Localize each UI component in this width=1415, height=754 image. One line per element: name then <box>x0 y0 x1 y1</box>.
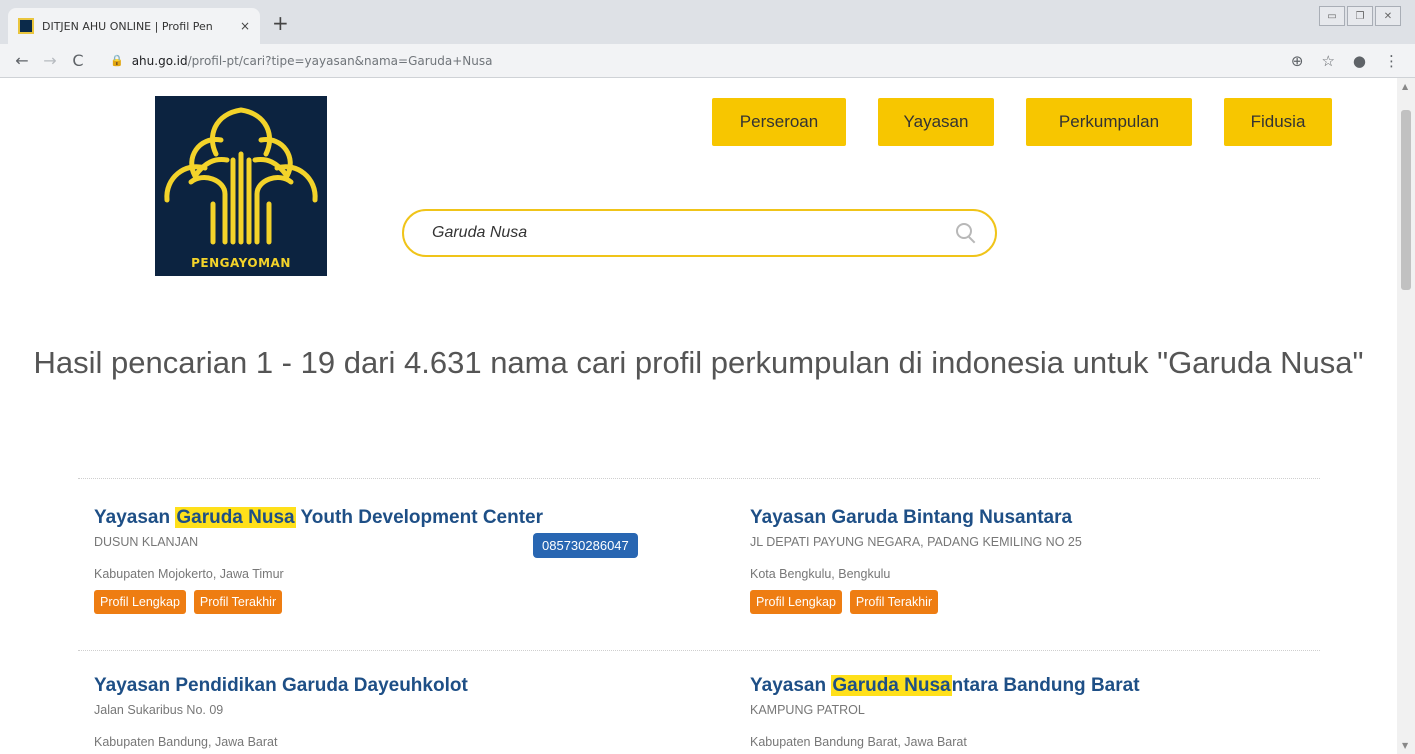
profil-terakhir-button[interactable]: Profil Terakhir <box>193 590 283 614</box>
address-bar[interactable]: 🔒 ahu.go.id/profil-pt/cari?tipe=yayasan&… <box>100 47 1291 75</box>
profil-lengkap-button[interactable]: Profil Lengkap <box>94 590 186 614</box>
result-title-link[interactable]: Yayasan Garuda Nusantara Bandung Barat <box>750 674 1310 698</box>
result-item: Yayasan Garuda Nusa Youth Development Ce… <box>94 506 654 614</box>
result-location: Kabupaten Bandung, Jawa Barat <box>94 735 278 749</box>
result-address: Jalan Sukaribus No. 09 <box>94 703 224 717</box>
window-controls: ▭ ❐ ✕ <box>1319 6 1401 26</box>
page-viewport: PENGAYOMAN Perseroan Yayasan Perkumpulan… <box>0 78 1397 754</box>
result-item: Yayasan Garuda Bintang Nusantara JL DEPA… <box>750 506 1310 614</box>
profil-lengkap-button[interactable]: Profil Lengkap <box>750 590 842 614</box>
nav-yayasan-button[interactable]: Yayasan <box>878 98 994 146</box>
result-title-link[interactable]: Yayasan Garuda Bintang Nusantara <box>750 506 1310 530</box>
toolbar-icons: ⊕ ☆ ● ⋮ <box>1291 52 1399 70</box>
close-window-button[interactable]: ✕ <box>1375 6 1401 26</box>
tab-title: DITJEN AHU ONLINE | Profil Pen <box>42 19 213 33</box>
nav-fidusia-button[interactable]: Fidusia <box>1224 98 1332 146</box>
browser-toolbar: ← → C 🔒 ahu.go.id/profil-pt/cari?tipe=ya… <box>0 44 1415 78</box>
phone-badge[interactable]: 085730286047 <box>533 533 638 558</box>
search-input[interactable] <box>432 224 955 242</box>
result-item: Yayasan Pendidikan Garuda Dayeuhkolot Ja… <box>94 674 654 750</box>
profile-icon[interactable]: ● <box>1353 52 1366 70</box>
pohon-beringin-icon <box>164 107 318 245</box>
result-location: Kabupaten Mojokerto, Jawa Timur <box>94 567 284 581</box>
result-title-link[interactable]: Yayasan Pendidikan Garuda Dayeuhkolot <box>94 674 654 698</box>
url-path: /profil-pt/cari?tipe=yayasan&nama=Garuda… <box>187 53 493 68</box>
result-address: JL DEPATI PAYUNG NEGARA, PADANG KEMILING… <box>750 535 1082 549</box>
browser-tab-bar: DITJEN AHU ONLINE | Profil Pen × + ▭ ❐ ✕ <box>0 0 1415 44</box>
nav-perkumpulan-button[interactable]: Perkumpulan <box>1026 98 1192 146</box>
pengayoman-logo[interactable]: PENGAYOMAN <box>155 96 327 276</box>
divider <box>78 650 1320 651</box>
new-tab-button[interactable]: + <box>272 13 289 33</box>
close-tab-icon[interactable]: × <box>240 19 250 33</box>
scroll-up-icon[interactable]: ▲ <box>1402 82 1408 91</box>
profil-terakhir-button[interactable]: Profil Terakhir <box>849 590 939 614</box>
maximize-button[interactable]: ❐ <box>1347 6 1373 26</box>
url-host: ahu.go.id <box>131 53 188 68</box>
lock-icon: 🔒 <box>110 54 124 67</box>
minimize-button[interactable]: ▭ <box>1319 6 1345 26</box>
logo-text: PENGAYOMAN <box>191 256 291 270</box>
site-favicon-icon <box>18 18 34 34</box>
result-address: KAMPUNG PATROL <box>750 703 865 717</box>
reload-icon[interactable]: C <box>64 51 92 70</box>
back-arrow-icon[interactable]: ← <box>8 51 36 70</box>
result-item: Yayasan Garuda Nusantara Bandung Barat K… <box>750 674 1310 750</box>
result-location: Kabupaten Bandung Barat, Jawa Barat <box>750 735 967 749</box>
zoom-icon[interactable]: ⊕ <box>1291 52 1304 70</box>
forward-arrow-icon[interactable]: → <box>36 51 64 70</box>
page-scrollbar[interactable]: ▲ ▼ <box>1397 78 1415 754</box>
bookmark-star-icon[interactable]: ☆ <box>1321 52 1334 70</box>
scrollbar-thumb[interactable] <box>1401 110 1411 290</box>
result-title-link[interactable]: Yayasan Garuda Nusa Youth Development Ce… <box>94 506 654 530</box>
search-box <box>402 209 997 257</box>
result-location: Kota Bengkulu, Bengkulu <box>750 567 891 581</box>
search-highlight: Garuda Nusa <box>175 507 296 528</box>
menu-icon[interactable]: ⋮ <box>1384 52 1399 70</box>
search-icon[interactable] <box>955 222 977 244</box>
nav-perseroan-button[interactable]: Perseroan <box>712 98 846 146</box>
search-highlight: Garuda Nusa <box>831 675 952 696</box>
category-nav: Perseroan Yayasan Perkumpulan Fidusia <box>712 98 1332 146</box>
results-heading: Hasil pencarian 1 - 19 dari 4.631 nama c… <box>33 345 1364 380</box>
divider <box>78 478 1320 479</box>
browser-tab[interactable]: DITJEN AHU ONLINE | Profil Pen × <box>8 8 260 44</box>
scroll-down-icon[interactable]: ▼ <box>1402 741 1408 750</box>
